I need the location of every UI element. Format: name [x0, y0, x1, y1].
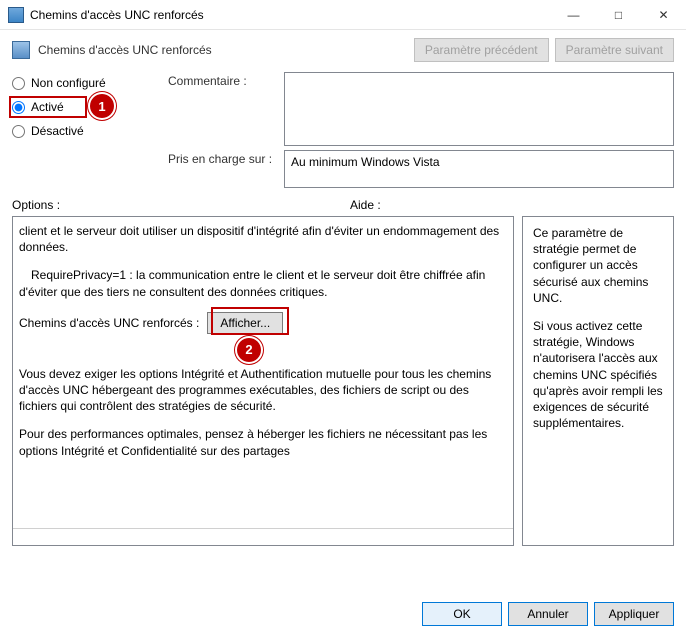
- comment-textarea[interactable]: [284, 72, 674, 146]
- options-text-4: Pour des performances optimales, pensez …: [19, 426, 507, 458]
- maximize-button[interactable]: □: [596, 0, 641, 29]
- help-label: Aide :: [350, 198, 674, 212]
- supported-label: Pris en charge sur :: [168, 150, 278, 166]
- supported-on-text: Au minimum Windows Vista: [291, 155, 440, 169]
- radio-disabled-label: Désactivé: [31, 124, 84, 138]
- apply-button[interactable]: Appliquer: [594, 602, 674, 626]
- window-title: Chemins d'accès UNC renforcés: [30, 8, 551, 22]
- ok-button[interactable]: OK: [422, 602, 502, 626]
- radio-enabled-label: Activé: [31, 100, 64, 114]
- radio-not-configured[interactable]: Non configuré: [12, 76, 162, 90]
- annotation-badge-2: 2: [237, 338, 261, 362]
- options-text-3: Vous devez exiger les options Intégrité …: [19, 366, 507, 415]
- next-setting-button[interactable]: Paramètre suivant: [555, 38, 674, 62]
- panes: client et le serveur doit utiliser un di…: [0, 216, 686, 546]
- options-hscroll[interactable]: [13, 528, 513, 545]
- dialog-footer: OK Annuler Appliquer: [422, 602, 674, 626]
- show-label: Chemins d'accès UNC renforcés :: [19, 315, 199, 331]
- options-text-1: client et le serveur doit utiliser un di…: [19, 223, 507, 255]
- radio-enabled-input[interactable]: [12, 101, 25, 114]
- comment-label: Commentaire :: [168, 72, 278, 88]
- options-label: Options :: [12, 198, 350, 212]
- supported-on-box: Au minimum Windows Vista: [284, 150, 674, 188]
- annotation-badge-1: 1: [90, 94, 114, 118]
- radio-disabled[interactable]: Désactivé: [12, 124, 162, 138]
- radio-not-configured-label: Non configuré: [31, 76, 106, 90]
- radio-not-configured-input[interactable]: [12, 77, 25, 90]
- options-text-2: RequirePrivacy=1 : la communication entr…: [19, 267, 507, 299]
- close-button[interactable]: ✕: [641, 0, 686, 29]
- app-icon: [8, 7, 24, 23]
- options-scroll[interactable]: client et le serveur doit utiliser un di…: [13, 217, 513, 528]
- header-row: Chemins d'accès UNC renforcés Paramètre …: [0, 30, 686, 66]
- options-pane: client et le serveur doit utiliser un di…: [12, 216, 514, 546]
- config-grid: Non configuré Activé Désactivé 1 Comment…: [0, 66, 686, 196]
- state-radio-group: Non configuré Activé Désactivé 1: [12, 72, 162, 138]
- cancel-button[interactable]: Annuler: [508, 602, 588, 626]
- radio-disabled-input[interactable]: [12, 125, 25, 138]
- help-text-1: Ce paramètre de stratégie permet de conf…: [533, 225, 663, 306]
- help-pane: Ce paramètre de stratégie permet de conf…: [522, 216, 674, 546]
- previous-setting-button[interactable]: Paramètre précédent: [414, 38, 549, 62]
- policy-icon: [12, 41, 30, 59]
- show-button[interactable]: Afficher...: [207, 312, 283, 334]
- minimize-button[interactable]: ―: [551, 0, 596, 29]
- policy-title: Chemins d'accès UNC renforcés: [38, 43, 408, 57]
- help-text-2: Si vous activez cette stratégie, Windows…: [533, 318, 663, 431]
- show-row: Chemins d'accès UNC renforcés : Afficher…: [19, 312, 507, 334]
- title-bar: Chemins d'accès UNC renforcés ― □ ✕: [0, 0, 686, 30]
- section-labels: Options : Aide :: [0, 196, 686, 216]
- radio-enabled[interactable]: Activé: [12, 100, 162, 114]
